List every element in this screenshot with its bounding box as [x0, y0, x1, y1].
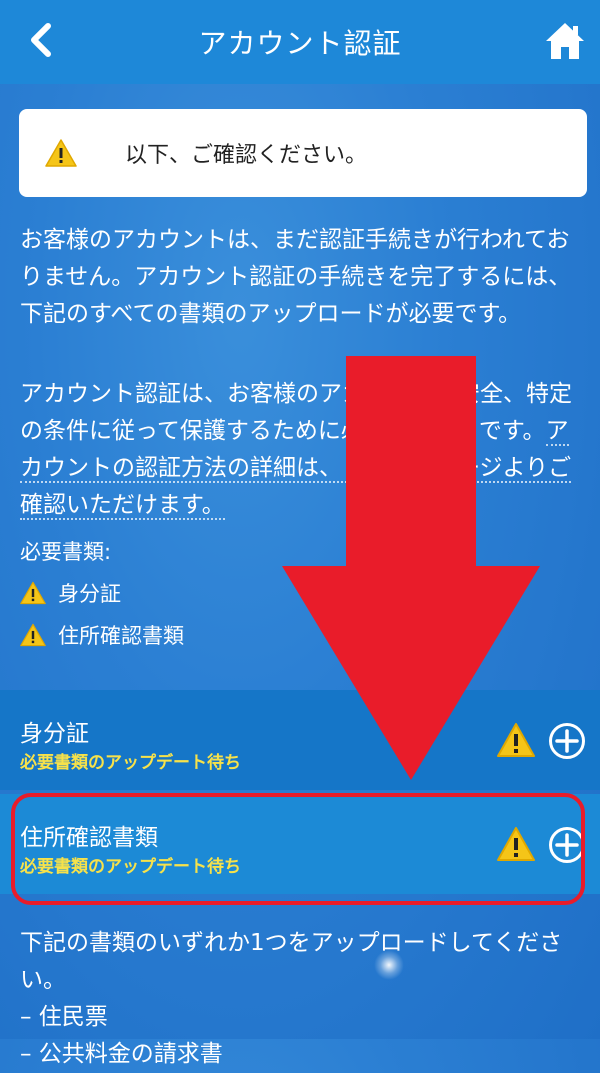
- document-status: 必要書類のアップデート待ち: [20, 753, 241, 773]
- required-doc-label: 身分証: [58, 582, 121, 606]
- notice-card: 以下、ご確認ください。: [19, 109, 587, 197]
- add-circle-icon[interactable]: [548, 722, 586, 760]
- highlight-frame: [11, 793, 585, 905]
- required-doc-item: 住所確認書類: [20, 620, 184, 650]
- required-doc-item: 身分証: [20, 578, 121, 608]
- required-doc-label: 住所確認書類: [58, 624, 184, 648]
- required-docs-title: 必要書類:: [20, 540, 112, 564]
- intro-paragraph: お客様のアカウントは、まだ認証手続きが行われておりません。アカウント認証の手続き…: [20, 227, 572, 327]
- instruction-line: – 住民票: [20, 1004, 108, 1030]
- light-glow: [374, 950, 404, 980]
- upload-instructions: 下記の書類のいずれか1つをアップロードしてください。 – 住民票 – 公共料金の…: [20, 925, 580, 1073]
- header-bar: アカウント認証: [0, 0, 600, 84]
- page-title: アカウント認証: [198, 27, 402, 60]
- home-icon[interactable]: [544, 20, 586, 62]
- instruction-line: 下記の書類のいずれか1つをアップロードしてください。: [20, 930, 563, 993]
- warning-icon: [45, 139, 77, 167]
- document-name: 身分証: [20, 721, 89, 747]
- back-chevron-icon[interactable]: [22, 20, 62, 60]
- down-arrow-annotation-icon: [282, 356, 540, 780]
- warning-icon: [20, 623, 46, 647]
- instruction-line: – 公共料金の請求書: [20, 1041, 223, 1067]
- notice-text: 以下、ご確認ください。: [125, 143, 368, 168]
- warning-icon: [20, 581, 46, 605]
